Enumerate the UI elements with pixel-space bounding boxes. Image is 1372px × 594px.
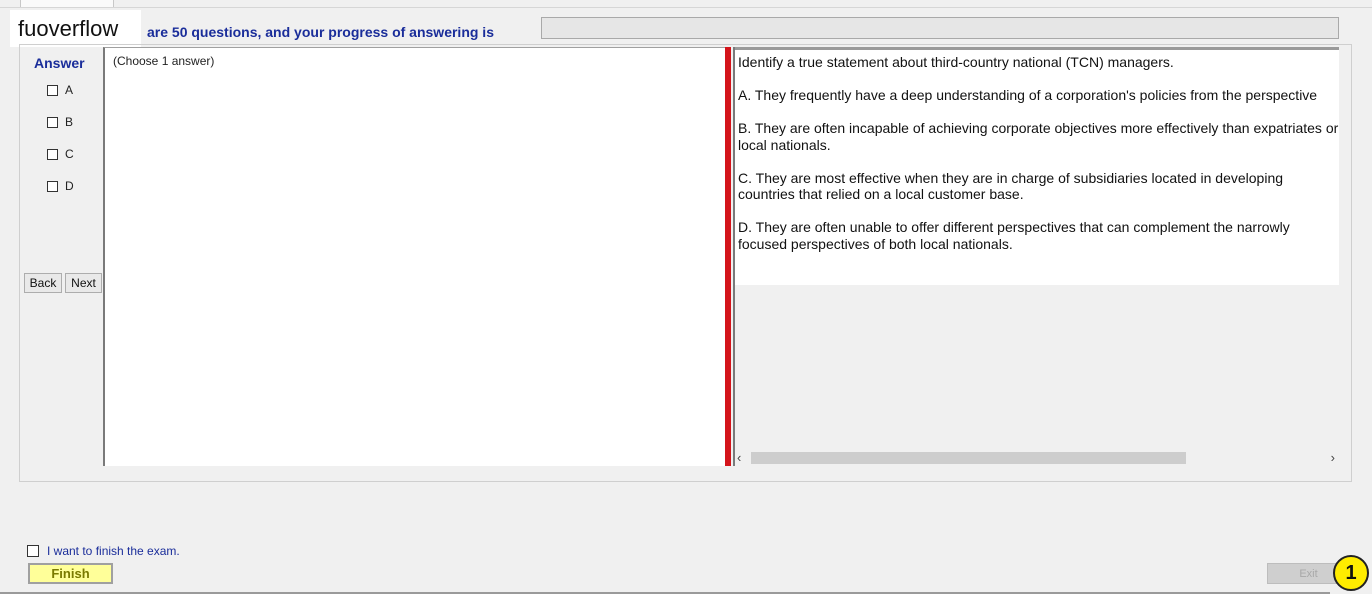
finish-confirm-label: I want to finish the exam. bbox=[47, 544, 180, 558]
option-d-checkbox[interactable] bbox=[47, 180, 58, 192]
progress-bar bbox=[541, 17, 1339, 39]
answer-text-area[interactable]: (Choose 1 answer) bbox=[103, 47, 725, 466]
choice-d: D. They are often unable to offer differ… bbox=[738, 219, 1290, 252]
option-a-label: A bbox=[65, 83, 74, 97]
finish-confirm[interactable]: I want to finish the exam. bbox=[27, 544, 180, 558]
pane-splitter[interactable] bbox=[725, 47, 731, 466]
option-d-label: D bbox=[65, 179, 74, 193]
option-a[interactable]: A bbox=[47, 83, 73, 97]
horizontal-scrollbar[interactable]: ‹ › bbox=[735, 449, 1339, 466]
choice-c: C. They are most effective when they are… bbox=[738, 169, 1284, 203]
choose-note: (Choose 1 answer) bbox=[113, 54, 215, 68]
logo: fuoverflow bbox=[10, 10, 141, 47]
finish-button[interactable]: Finish bbox=[28, 563, 113, 584]
scroll-right-icon[interactable]: › bbox=[1331, 449, 1335, 466]
option-c-checkbox[interactable] bbox=[47, 148, 58, 160]
step-badge: 1 bbox=[1333, 555, 1369, 591]
question-text: Identify a true statement about third-co… bbox=[738, 54, 1339, 269]
question-stem: Identify a true statement about third-co… bbox=[738, 54, 1174, 70]
option-a-checkbox[interactable] bbox=[47, 84, 58, 96]
progress-label: are 50 questions, and your progress of a… bbox=[147, 24, 494, 40]
option-d[interactable]: D bbox=[47, 179, 74, 193]
option-c[interactable]: C bbox=[47, 147, 74, 161]
finish-confirm-checkbox[interactable] bbox=[27, 545, 39, 557]
option-c-label: C bbox=[65, 147, 74, 161]
next-button[interactable]: Next bbox=[65, 273, 102, 293]
top-divider bbox=[0, 7, 1372, 8]
question-pane: Identify a true statement about third-co… bbox=[733, 47, 1339, 466]
choice-b: B. They are often incapable of achieving… bbox=[738, 120, 1339, 153]
question-content: Identify a true statement about third-co… bbox=[735, 50, 1339, 285]
back-button[interactable]: Back bbox=[24, 273, 62, 293]
option-b-label: B bbox=[65, 115, 74, 129]
option-b[interactable]: B bbox=[47, 115, 73, 129]
scrollbar-thumb[interactable] bbox=[751, 452, 1186, 464]
option-b-checkbox[interactable] bbox=[47, 116, 58, 128]
choice-a: A. They frequently have a deep understan… bbox=[738, 87, 1318, 103]
answer-title: Answer bbox=[34, 55, 85, 71]
scroll-left-icon[interactable]: ‹ bbox=[737, 449, 741, 466]
